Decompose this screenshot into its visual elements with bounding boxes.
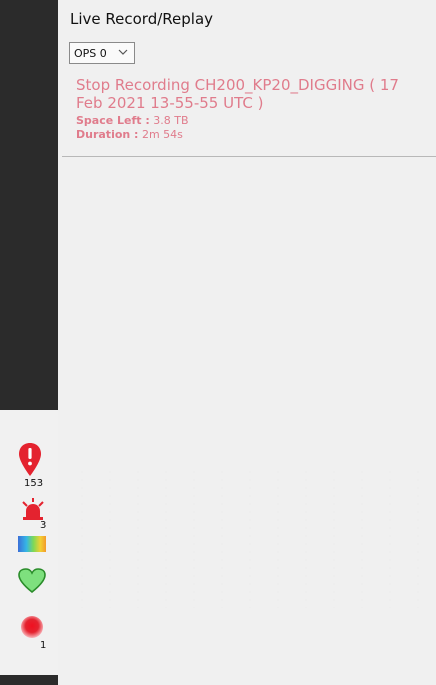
panel-title: Live Record/Replay	[70, 10, 214, 28]
alarm-status[interactable]: 3	[14, 496, 50, 532]
heatmap-status[interactable]	[14, 536, 50, 556]
space-left-row: Space Left : 3.8 TB	[76, 114, 426, 128]
chevron-down-icon	[118, 49, 128, 55]
heart-health-icon	[18, 568, 46, 594]
duration-label: Duration :	[76, 128, 139, 141]
space-left-value: 3.8 TB	[153, 114, 189, 127]
heatmap-icon	[18, 536, 46, 552]
divider	[62, 156, 436, 157]
record-dot-icon	[21, 616, 43, 638]
alarm-count: 3	[40, 520, 47, 531]
record-status[interactable]: 1	[14, 610, 50, 651]
health-status[interactable]	[14, 568, 50, 596]
ops-select-value: OPS 0	[74, 46, 107, 60]
status-side-tab: 153 3 1	[0, 410, 58, 675]
duration-value: 2m 54s	[141, 128, 183, 141]
recording-title[interactable]: Stop Recording CH200_KP20_DIGGING ( 17 F…	[76, 76, 426, 112]
alarm-siren-icon	[22, 498, 44, 520]
background-texture	[68, 468, 428, 608]
alert-count: 153	[24, 478, 44, 489]
ops-select[interactable]: OPS 0	[69, 42, 135, 64]
live-record-panel: Live Record/Replay OPS 0 Stop Recording …	[58, 0, 436, 685]
recording-entry[interactable]: Stop Recording CH200_KP20_DIGGING ( 17 F…	[76, 76, 426, 142]
record-count: 1	[40, 640, 47, 651]
alert-status[interactable]: 153	[14, 442, 50, 492]
space-left-label: Space Left :	[76, 114, 150, 127]
duration-row: Duration : 2m 54s	[76, 128, 426, 142]
map-pin-alert-icon	[19, 443, 41, 476]
